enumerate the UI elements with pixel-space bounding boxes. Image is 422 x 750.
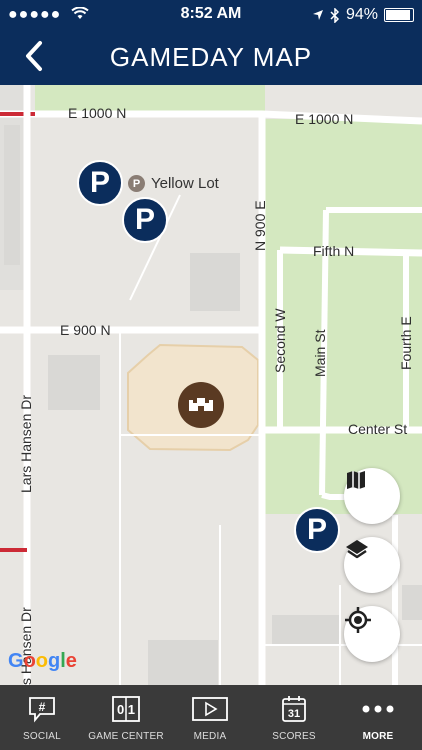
- street-label-e900n: E 900 N: [60, 322, 111, 338]
- scoreboard-glyph: 0 1: [117, 702, 135, 717]
- scores-calendar-icon: 31: [280, 695, 308, 723]
- navigation-bar: GAMEDAY MAP: [0, 30, 422, 85]
- street-label-fifth-n: Fifth N: [313, 243, 355, 259]
- map-view[interactable]: E 1000 N E 1000 N N 900 E Fifth N E 900 …: [0, 85, 422, 685]
- social-hashtag-icon: #: [27, 695, 57, 723]
- parking-marker[interactable]: P: [77, 160, 123, 206]
- google-attribution: Google: [8, 650, 77, 672]
- street-label-lars-hansen-dr-lower: s Hansen Dr: [18, 607, 34, 685]
- social-glyph: #: [39, 700, 46, 714]
- poi-label: Yellow Lot: [151, 175, 219, 192]
- parking-poi-icon: P: [128, 175, 145, 192]
- status-right: 94%: [312, 6, 414, 24]
- status-bar: ●●●●● 8:52 AM 94%: [0, 0, 422, 30]
- media-play-icon: [191, 695, 229, 723]
- tab-label: SOCIAL: [23, 731, 61, 742]
- layers-button[interactable]: [344, 537, 400, 593]
- battery-fill: [386, 10, 411, 20]
- street-label-lars-hansen-dr: Lars Hansen Dr: [18, 394, 34, 493]
- street-label-main-st: Main St: [312, 329, 328, 377]
- street-label-fourth-e: Fourth E: [398, 316, 414, 370]
- tab-label: GAME CENTER: [88, 731, 164, 742]
- folded-map-icon: [347, 471, 365, 489]
- tab-more[interactable]: MORE: [336, 685, 420, 750]
- battery-percent: 94%: [345, 6, 378, 23]
- street-label-e1000n: E 1000 N: [68, 105, 127, 121]
- tab-label: SCORES: [272, 731, 316, 742]
- my-location-button[interactable]: [344, 606, 400, 662]
- bluetooth-icon: [330, 7, 340, 23]
- tab-label: MORE: [362, 731, 394, 742]
- tab-scores[interactable]: 31 SCORES: [252, 685, 336, 750]
- street-label-e1000n-east: E 1000 N: [295, 111, 354, 127]
- stadium-icon[interactable]: [177, 381, 225, 429]
- page-title: GAMEDAY MAP: [109, 42, 313, 72]
- calendar-glyph: 31: [288, 708, 300, 720]
- tab-game-center[interactable]: 0 1 GAME CENTER: [84, 685, 168, 750]
- tab-bar: # SOCIAL 0 1 GAME CENTER MEDIA 31 SCORES…: [0, 685, 422, 750]
- tab-media[interactable]: MEDIA: [168, 685, 252, 750]
- tab-label: MEDIA: [193, 731, 227, 742]
- more-dots-icon: [360, 695, 396, 723]
- street-label-center-st: Center St: [348, 421, 408, 437]
- crosshair-location-icon: [345, 607, 371, 633]
- map-type-button[interactable]: [344, 468, 400, 524]
- game-center-scoreboard-icon: 0 1: [111, 695, 141, 723]
- layers-icon: [346, 540, 368, 559]
- street-label-n900e: N 900 E: [252, 200, 268, 251]
- street-label-second-w: Second W: [272, 308, 288, 373]
- poi-yellow-lot[interactable]: P Yellow Lot: [128, 175, 219, 192]
- location-arrow-icon: [312, 10, 323, 20]
- parking-marker[interactable]: P: [294, 507, 340, 553]
- tab-social[interactable]: # SOCIAL: [0, 685, 84, 750]
- parking-marker[interactable]: P: [122, 197, 168, 243]
- battery-icon: [384, 8, 414, 22]
